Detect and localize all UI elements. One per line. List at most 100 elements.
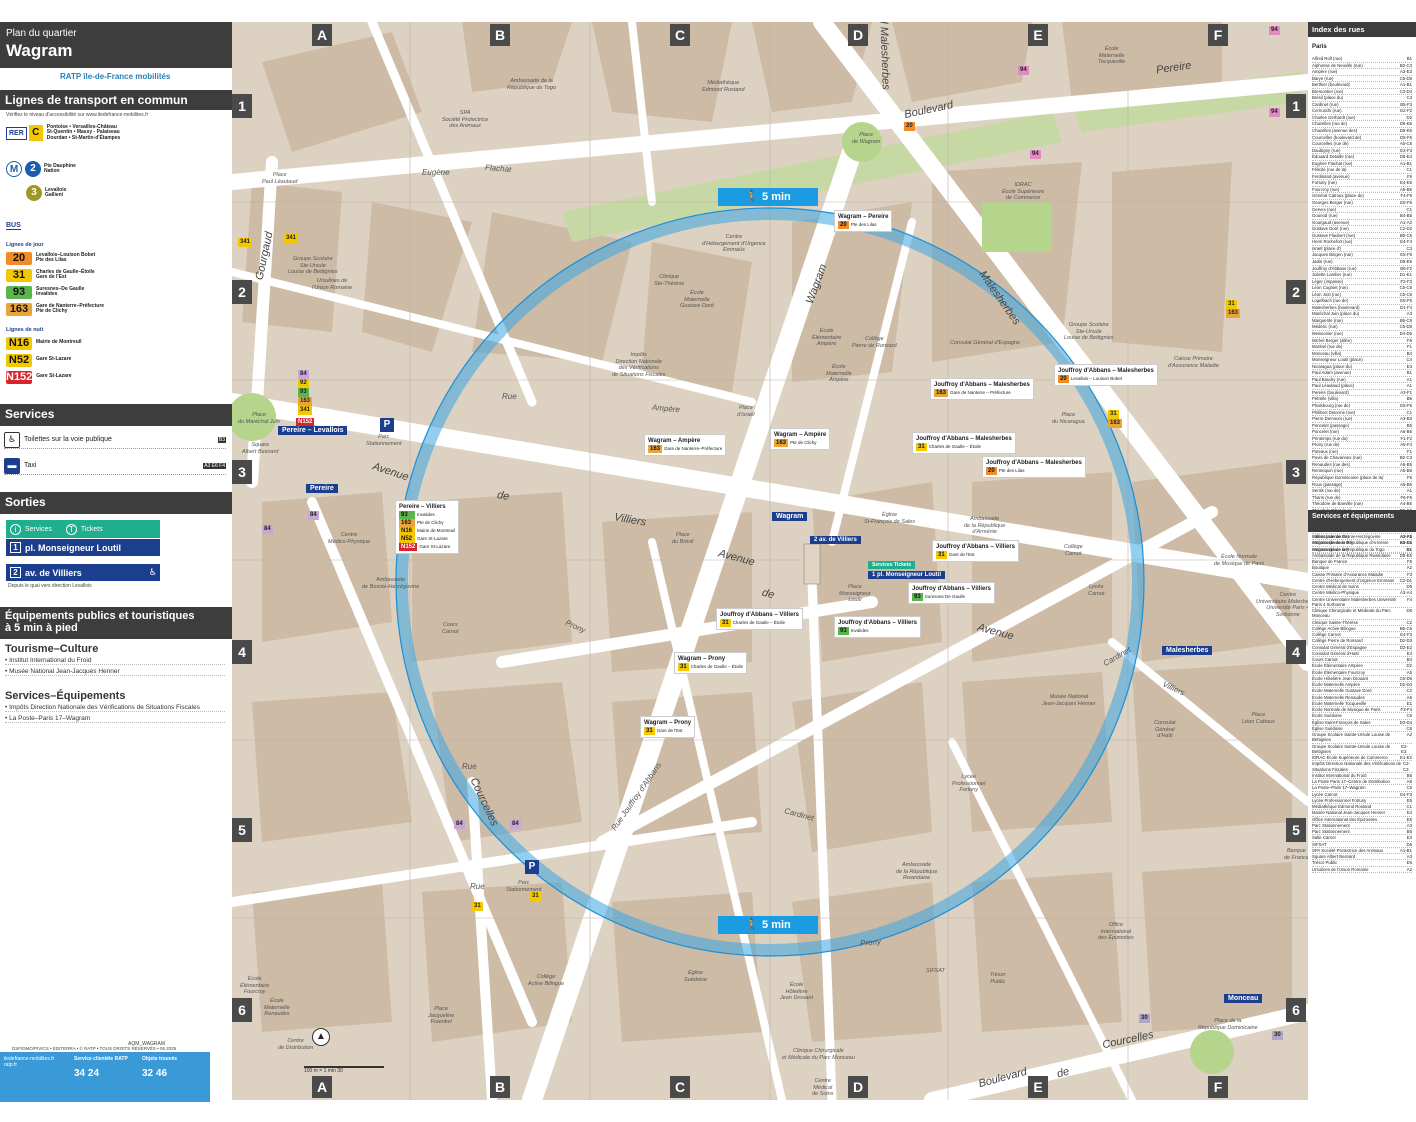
grid-letter-c: C [670,1076,690,1098]
index-name: Juliette Lamber (rue) [1312,272,1352,278]
bus-stop-label[interactable]: Jouffroy d'Abbans – Malesherbes 163 Gare d… [930,378,1034,400]
bus-stop-destination: Charles de Gaulle – Étoile [690,664,743,669]
bus-stop-label[interactable]: Wagram – Prony 31 Gare de l'Est [640,716,696,738]
bus-line-tag[interactable]: 84 [308,511,319,520]
index-ref: C1 [1406,804,1413,809]
index-name: École Élémentaire Fourcroy [1312,669,1366,675]
bus-line-tag[interactable]: 30 [1139,1014,1150,1023]
stop-pereire-villiers[interactable]: Pereire – Villiers 93 Invalides 163 Pte de … [395,500,460,554]
metro-station-label[interactable]: Wagram [772,512,808,521]
index-ref: C6 [1406,725,1413,731]
index-name: Caisse Primaire d'Assurance Maladie [1312,571,1384,577]
bus-stop-line: 20 [838,221,849,229]
index-name: Médéric (rue) [1312,324,1338,330]
index-ref: A1 [1406,488,1412,494]
poi-label: Centre d'Hébergement d'Urgence Emmaüs [702,234,766,253]
index-ref: C5-D5 [1399,324,1412,330]
bus-stop-label[interactable]: Jouffroy d'Abbans – Villiers 31 Charles de… [716,608,804,630]
bus-line-tag[interactable]: 84 [262,525,273,534]
bus-stop-label[interactable]: Jouffroy d'Abbans – Villiers 93 Invalides [834,616,922,638]
index-ref: A3 [1406,822,1412,828]
exit-2: 2 av. de Villiers ♿ [6,564,160,581]
metro-badge: M [6,161,22,177]
bus-line-tag[interactable]: 31 [472,902,483,911]
exit-tag-services[interactable]: Services Tickets [868,561,916,569]
index-name: Israël (place d') [1312,245,1342,251]
stop-line-dest: Gare St-Lazare [417,536,448,541]
metro-station-label[interactable]: Pereire [306,484,338,493]
exit-services-bar: i Services T Tickets [6,520,160,538]
bus-line-tag[interactable]: 341 [298,406,313,415]
rer-row: RER C Pontoise • Versailles-Château St-Q… [6,123,121,141]
index-name: Nicaragua (place du) [1312,363,1352,369]
index-ref: D2-D3 [1399,682,1412,687]
poi-label: Place d'Israël [737,405,755,418]
bus-line-tag[interactable]: 163 [298,397,313,406]
bus-line-tag[interactable]: 94 [1269,108,1280,117]
index-ref: A3 [1406,854,1412,859]
index-name: Gervex (rue) [1312,206,1337,212]
index-name: École Élémentaire Ampère [1312,663,1363,669]
poi-label: Lycée Professionnel Fortuny [952,774,986,793]
bus-line-tag[interactable]: 84 [510,820,521,829]
neighborhood-map[interactable]: AABBCCDDEEFF112233445566 Boulevard Males… [232,22,1308,1100]
service-toilets-ref: B3 [217,436,226,443]
index-name: Poncelet (rue) [1312,429,1339,435]
bus-line-tag[interactable]: 163 [1108,419,1123,428]
bus-line-tag[interactable]: 94 [1269,26,1280,35]
bus-line-tag[interactable]: 20 [904,122,915,131]
bus-stop-label[interactable]: Wagram – Ampère 163 Gare de Nanterre–Préfe… [644,434,727,456]
index-name: Jadin (rue) [1312,258,1333,264]
bus-line-tag[interactable]: 84 [298,370,309,379]
poi-label: Office International des Épizooties [1098,922,1134,941]
index-name: Clinique Chirurgicale et Médicale du Par… [1312,608,1391,619]
index-ref: A6 [1406,779,1412,784]
bus-stop-label[interactable]: Jouffroy d'Abbans – Malesherbes 31 Charles… [912,432,1016,454]
exit-tag-villiers[interactable]: 2 av. de Villiers [810,536,861,544]
bus-stop-label[interactable]: Jouffroy d'Abbans – Malesherbes 20 Pte des… [982,456,1086,478]
night-line-destinations: Gare St-Lazare [36,356,72,363]
poi-label: Place Jacqueline Fraenkel [428,1006,455,1025]
bus-line-tag[interactable]: 31 [1108,410,1119,419]
parking-icon[interactable]: P [525,860,539,874]
bus-stop-label[interactable]: Jouffroy d'Abbans – Villiers 93 Suresnes D… [908,582,996,604]
bus-stop-label[interactable]: Wagram – Ampère 163 Pte de Clichy [770,428,831,450]
bus-line-tag[interactable]: 163 [1226,309,1241,318]
metro-station-label[interactable]: Malesherbes [1162,646,1213,655]
index-ref: D6-F6 [1400,134,1412,140]
stop-line-badge: 93 [399,511,415,519]
index-name: Ursulines de l'Union Romaine [1312,866,1369,872]
poi-label: Ambassade de la République d'Arménie [964,516,1006,535]
index-ref: A2 [1406,866,1412,872]
bus-line-tag[interactable]: 93 [298,388,309,397]
index-ref: B6-C6 [1399,625,1412,631]
bus-line-tag[interactable]: 341 [238,238,253,247]
bus-line-tag[interactable]: 84 [454,820,465,829]
bus-line-tag[interactable]: 31 [1226,300,1237,309]
bus-stop-label[interactable]: Jouffroy d'Abbans – Villiers 31 Gare de l'… [932,540,1020,562]
index-ref: B6 [1406,772,1412,778]
bus-stop-label[interactable]: Wagram – Prony 31 Charles de Gaulle – Étoi… [674,652,747,674]
exit-tag-loutil[interactable]: 1 pl. Monseigneur Loutil [868,571,945,579]
bus-stop-label[interactable]: Wagram – Pereire 20 Pte des Lilas [834,210,893,232]
index-ref: A5-C6 [1399,141,1412,147]
metro-station-label[interactable]: Pereire – Levallois [278,426,348,435]
index-ref: C2 [1406,688,1413,694]
poi-label: Collège Pierre de Ronsard [852,336,897,349]
bus-line-tag[interactable]: 92 [298,379,309,388]
bus-line-tag[interactable]: 341 [284,234,299,243]
bus-line-tag[interactable]: 30 [1272,1031,1283,1040]
index-ref: F1 [1406,448,1412,454]
bus-stop-line: 163 [934,389,949,397]
bus-line-tag[interactable]: 31 [530,892,541,901]
bus-line-tag[interactable]: 94 [1018,66,1029,75]
metro-station-label[interactable]: Monceau [1224,994,1263,1003]
bus-stop-label[interactable]: Jouffroy d'Abbans – Malesherbes 20 Levallo… [1054,364,1158,386]
bus-line-tag[interactable]: 94 [1030,150,1041,159]
bus-stop-name: Wagram – Prony [678,656,726,662]
parking-icon[interactable]: P [380,418,394,432]
rer-destinations: Pontoise • Versailles-Château St-Quentin… [46,123,121,141]
poi-label: Ambassade de la République du Togo [507,78,557,91]
index-name: Léon Jost (rue) [1312,291,1341,297]
ticket-icon: T [65,523,77,535]
